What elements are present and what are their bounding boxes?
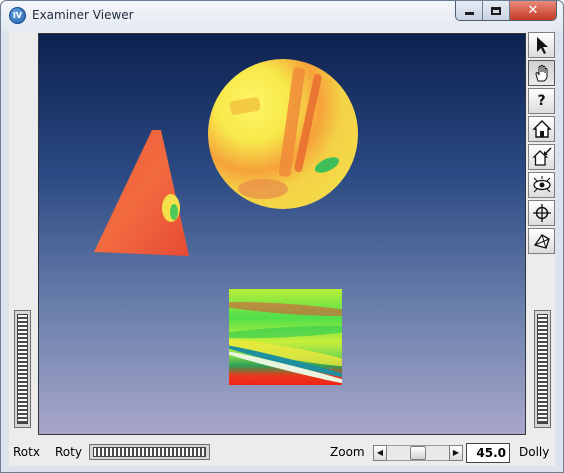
home-button[interactable] [528,116,555,142]
set-home-icon [531,147,552,166]
disc-texture [312,154,342,176]
disc-texture [238,179,288,199]
rotx-wheel-track [17,314,28,424]
minimize-icon [464,12,474,15]
zoom-slider-track[interactable] [387,445,449,461]
roty-wheel-track [93,447,206,457]
view-mode-button[interactable] [528,60,555,86]
seek-icon [532,204,551,222]
home-icon [531,120,552,138]
help-button[interactable]: ? [528,88,555,114]
zoom-slider[interactable]: ◀ ▶ [373,445,463,461]
help-icon: ? [537,93,546,109]
zoom-value-field[interactable]: 45.0 [466,443,510,463]
close-button[interactable]: ✕ [510,1,556,20]
viewer-client-area: ? Rotx Roty Zoom ◀ ▶ 45.0 Dolly [9,31,555,466]
zoom-label: Zoom [330,445,365,459]
view-all-icon [532,176,551,193]
dolly-wheel-track [537,314,548,424]
viewer-toolbar: ? [528,32,555,254]
textured-disc[interactable] [208,59,358,209]
caption-buttons: ✕ [455,1,557,21]
roty-label: Roty [55,445,82,459]
disc-texture [229,96,261,116]
zoom-decrease-button[interactable]: ◀ [373,445,387,461]
square-texture [229,299,342,319]
title-bar[interactable]: IV Examiner Viewer ✕ [1,1,563,31]
square-texture [229,323,342,341]
3d-viewport[interactable] [38,33,526,435]
rotx-label: Rotx [13,445,40,459]
zoom-increase-button[interactable]: ▶ [449,445,463,461]
camera-type-icon [533,234,550,249]
set-home-button[interactable] [528,144,555,170]
close-icon: ✕ [527,3,539,18]
app-icon: IV [9,7,26,24]
minimize-button[interactable] [456,1,483,20]
textured-triangle[interactable] [94,130,190,256]
pick-mode-button[interactable] [528,32,555,58]
pick-arrow-icon [536,37,548,54]
view-all-button[interactable] [528,172,555,198]
examiner-viewer-window: IV Examiner Viewer ✕ ? Rotx Roty Zoom ◀ … [0,0,564,473]
seek-button[interactable] [528,200,555,226]
rotx-thumbwheel[interactable] [14,310,31,428]
dolly-label: Dolly [519,445,550,459]
textured-square[interactable] [229,289,342,385]
window-title: Examiner Viewer [32,8,134,22]
hand-view-icon [534,64,547,82]
camera-type-button[interactable] [528,228,555,254]
dolly-thumbwheel[interactable] [534,310,551,428]
maximize-button[interactable] [483,1,510,20]
roty-thumbwheel[interactable] [89,444,210,460]
maximize-icon [491,6,501,15]
zoom-slider-thumb[interactable] [410,446,426,460]
